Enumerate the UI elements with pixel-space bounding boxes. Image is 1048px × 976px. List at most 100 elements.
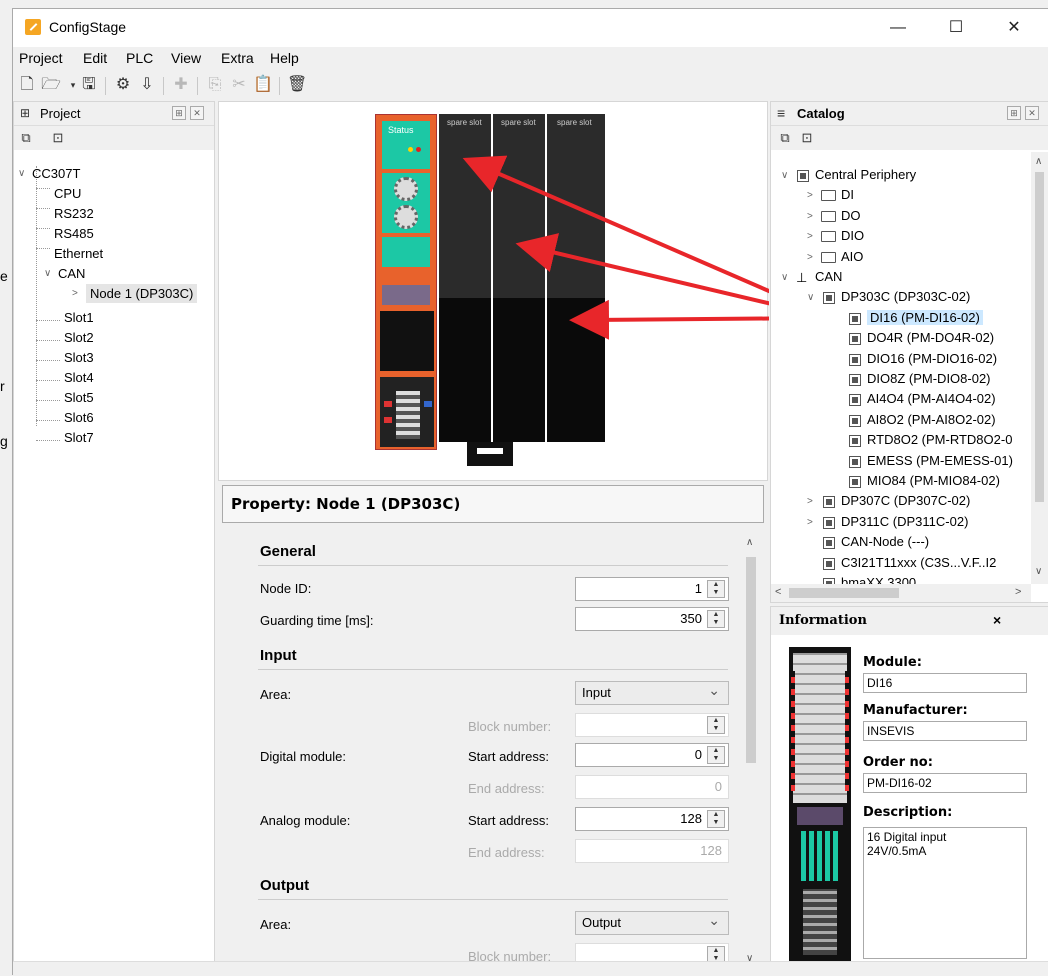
menu-extra[interactable]: Extra <box>221 50 254 66</box>
catalog-item[interactable]: DI <box>841 187 854 202</box>
tree-node-slot6[interactable]: Slot6 <box>64 410 94 425</box>
catalog-item[interactable]: DO4R (PM-DO4R-02) <box>867 330 994 345</box>
tree-node-cpu[interactable]: CPU <box>54 186 81 201</box>
catalog-item[interactable]: AIO <box>841 249 863 264</box>
catalog-item[interactable]: DIO8Z (PM-DIO8-02) <box>867 371 991 386</box>
chevron-right-icon[interactable]: > <box>807 517 813 528</box>
tree-node-ethernet[interactable]: Ethernet <box>54 246 103 261</box>
spin-arrows-icon[interactable]: ▲ ▼ <box>707 580 725 598</box>
catalog-item[interactable]: C3I21T11xxx (C3S...V.F..I2 <box>841 555 996 570</box>
chevron-right-icon[interactable]: > <box>807 252 813 263</box>
tree-node-node1[interactable]: Node 1 (DP303C) <box>86 284 198 303</box>
tree-node-rs485[interactable]: RS485 <box>54 226 94 241</box>
tree-node-cc307t[interactable]: CC307T <box>32 166 80 181</box>
module-value[interactable]: DI16 <box>863 673 1027 693</box>
scroll-up-icon[interactable]: ∧ <box>1035 156 1042 167</box>
download-plc-icon[interactable]: ⇩ <box>137 75 157 95</box>
catalog-hscrollbar[interactable]: < <box>771 584 1031 602</box>
spin-arrows-icon[interactable]: ▲ ▼ <box>707 716 725 734</box>
chevron-right-icon[interactable]: > <box>807 231 813 242</box>
save-icon[interactable]: 🖫 <box>79 75 99 95</box>
property-scrollbar[interactable]: ∧ ∨ <box>742 533 760 973</box>
pin-icon[interactable]: ⊞ <box>172 106 186 120</box>
catalog-item[interactable]: DP307C (DP307C-02) <box>841 493 970 508</box>
chevron-right-icon[interactable]: > <box>807 190 813 201</box>
close-icon[interactable]: × <box>993 612 1001 628</box>
hamburger-icon[interactable]: ≡ <box>777 105 785 121</box>
output-area-select[interactable]: Output <box>575 909 729 935</box>
catalog-item[interactable]: DI16 (PM-DI16-02) <box>867 309 983 325</box>
input-block-spinbox[interactable]: ▲ ▼ <box>575 713 729 737</box>
menu-edit[interactable]: Edit <box>83 50 107 66</box>
catalog-item[interactable]: EMESS (PM-EMESS-01) <box>867 453 1013 468</box>
chevron-down-icon[interactable]: ∨ <box>781 170 788 181</box>
expand-all-icon[interactable]: ⊡ <box>50 130 66 146</box>
scroll-thumb[interactable] <box>1035 172 1044 502</box>
catalog-item[interactable]: Central Periphery <box>815 167 916 182</box>
panel-close-icon[interactable]: ✕ <box>1025 106 1039 120</box>
catalog-item[interactable]: DP303C (DP303C-02) <box>841 289 970 304</box>
node-id-spinbox[interactable]: 1 ▲ ▼ <box>575 577 729 601</box>
catalog-vscrollbar[interactable]: ∧ ∨ <box>1031 152 1048 584</box>
scroll-right-icon[interactable]: > <box>1015 586 1021 598</box>
new-file-icon[interactable]: 🗋 <box>17 75 37 95</box>
collapse-all-icon[interactable]: ⧉ <box>18 130 34 146</box>
tree-node-slot7[interactable]: Slot7 <box>64 430 94 445</box>
chevron-right-icon[interactable]: > <box>807 211 813 222</box>
maximize-button[interactable]: ☐ <box>933 13 979 43</box>
tree-node-slot1[interactable]: Slot1 <box>64 310 94 325</box>
settings-gear-icon[interactable]: ⚙ <box>113 75 133 95</box>
chevron-right-icon[interactable]: > <box>807 496 813 507</box>
chevron-down-icon[interactable]: ∨ <box>807 292 814 303</box>
catalog-item[interactable]: CAN <box>815 269 842 284</box>
catalog-item[interactable]: DO <box>841 208 861 223</box>
tree-node-slot4[interactable]: Slot4 <box>64 370 94 385</box>
description-value[interactable]: 16 Digital input 24V/0.5mA <box>863 827 1027 959</box>
tree-node-slot3[interactable]: Slot3 <box>64 350 94 365</box>
scroll-down-icon[interactable]: ∨ <box>1035 566 1042 577</box>
chevron-down-icon[interactable]: ∨ <box>44 268 51 279</box>
tree-node-slot5[interactable]: Slot5 <box>64 390 94 405</box>
delete-trash-icon[interactable]: 🗑 <box>287 75 307 95</box>
catalog-item[interactable]: DP311C (DP311C-02) <box>841 514 968 529</box>
spin-arrows-icon[interactable]: ▲ ▼ <box>707 610 725 628</box>
manufacturer-value[interactable]: INSEVIS <box>863 721 1027 741</box>
order-no-value[interactable]: PM-DI16-02 <box>863 773 1027 793</box>
cut-icon[interactable]: ✂ <box>229 75 249 95</box>
scroll-thumb[interactable] <box>746 557 756 763</box>
expand-all-icon[interactable]: ⊡ <box>799 130 815 146</box>
menu-plc[interactable]: PLC <box>126 50 153 66</box>
tree-node-rs232[interactable]: RS232 <box>54 206 94 221</box>
scroll-thumb[interactable] <box>789 588 899 598</box>
chevron-down-icon[interactable]: ∨ <box>18 168 25 179</box>
open-folder-icon[interactable]: 🗁 <box>41 75 61 95</box>
scroll-left-icon[interactable]: < <box>775 586 781 598</box>
spin-arrows-icon[interactable]: ▲ ▼ <box>707 746 725 764</box>
menu-help[interactable]: Help <box>270 50 299 66</box>
minimize-button[interactable]: — <box>875 13 921 43</box>
catalog-item[interactable]: DIO <box>841 228 864 243</box>
guarding-time-spinbox[interactable]: 350 ▲ ▼ <box>575 607 729 631</box>
copy-icon[interactable]: ⎘ <box>205 75 225 95</box>
digital-start-spinbox[interactable]: 0 ▲ ▼ <box>575 743 729 767</box>
tree-node-slot2[interactable]: Slot2 <box>64 330 94 345</box>
menu-view[interactable]: View <box>171 50 201 66</box>
chevron-right-icon[interactable]: > <box>72 288 78 299</box>
add-icon[interactable]: ✚ <box>171 75 191 95</box>
pin-icon[interactable]: ⊞ <box>1007 106 1021 120</box>
input-area-select[interactable]: Input <box>575 679 729 705</box>
tree-node-can[interactable]: CAN <box>58 266 85 281</box>
analog-start-spinbox[interactable]: 128 ▲ ▼ <box>575 807 729 831</box>
scroll-up-icon[interactable]: ∧ <box>746 537 753 548</box>
paste-icon[interactable]: 📋 <box>253 75 273 95</box>
chevron-down-icon[interactable]: ∨ <box>781 272 788 283</box>
catalog-item[interactable]: AI4O4 (PM-AI4O4-02) <box>867 391 996 406</box>
collapse-all-icon[interactable]: ⧉ <box>777 130 793 146</box>
catalog-item[interactable]: CAN-Node (---) <box>841 534 929 549</box>
menu-project[interactable]: Project <box>19 50 63 66</box>
close-button[interactable]: ✕ <box>991 13 1037 43</box>
spin-arrows-icon[interactable]: ▲ ▼ <box>707 810 725 828</box>
catalog-item[interactable]: RTD8O2 (PM-RTD8O2-0 <box>867 432 1012 447</box>
catalog-item[interactable]: DIO16 (PM-DIO16-02) <box>867 351 997 366</box>
panel-close-icon[interactable]: ✕ <box>190 106 204 120</box>
